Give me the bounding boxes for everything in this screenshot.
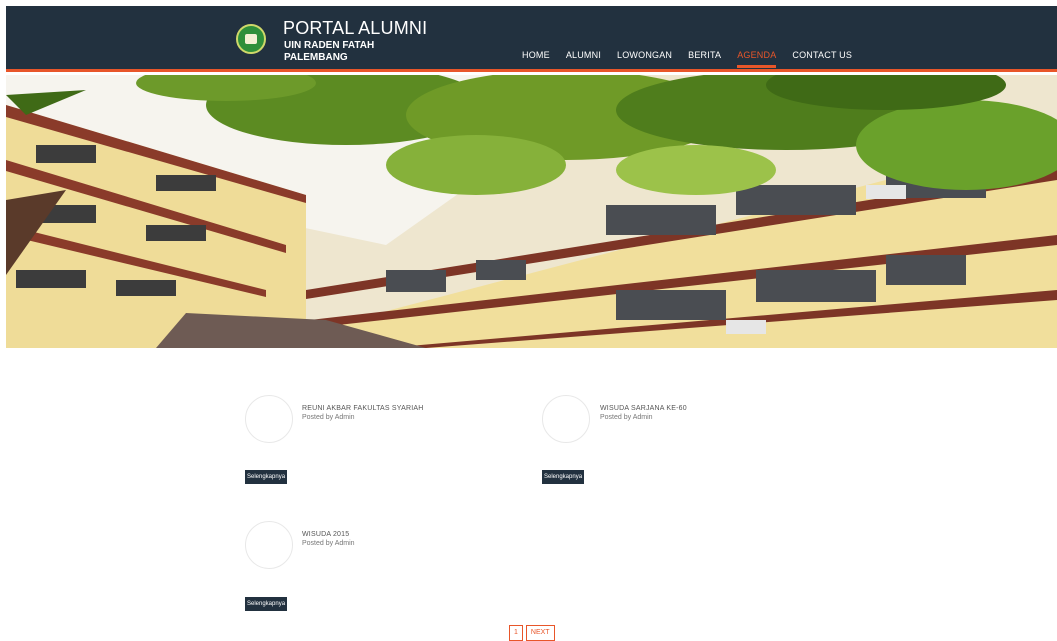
site-header: PORTAL ALUMNI UIN RADEN FATAH PALEMBANG … xyxy=(6,6,1057,72)
site-subtitle-line1: UIN RADEN FATAH xyxy=(284,40,375,51)
post-thumbnail[interactable] xyxy=(245,395,293,443)
campus-building-photo xyxy=(6,75,1057,348)
nav-lowongan[interactable]: LOWONGAN xyxy=(609,48,680,68)
post-thumbnail[interactable] xyxy=(245,521,293,569)
post-title[interactable]: REUNI AKBAR FAKULTAS SYARIAH xyxy=(302,405,424,412)
post-byline: Posted by Admin xyxy=(600,414,653,421)
site-title[interactable]: PORTAL ALUMNI xyxy=(283,18,427,39)
read-more-button[interactable]: Selengkapnya xyxy=(245,597,288,611)
site-subtitle-line2: PALEMBANG xyxy=(284,52,348,63)
nav-contact-us[interactable]: CONTACT US xyxy=(784,48,860,68)
pagination: 1 NEXT xyxy=(509,625,555,641)
next-page-button[interactable]: NEXT xyxy=(525,625,555,641)
read-more-button[interactable]: Selengkapnya xyxy=(542,470,585,484)
read-more-button[interactable]: Selengkapnya xyxy=(245,470,288,484)
nav-alumni[interactable]: ALUMNI xyxy=(558,48,609,68)
hero-banner xyxy=(6,75,1057,348)
post-thumbnail[interactable] xyxy=(542,395,590,443)
nav-home[interactable]: HOME xyxy=(514,48,558,68)
site-subtitle: UIN RADEN FATAH PALEMBANG xyxy=(284,40,374,64)
university-emblem-icon[interactable] xyxy=(236,24,266,54)
post-title[interactable]: WISUDA 2015 xyxy=(302,531,349,538)
post-title[interactable]: WISUDA SARJANA KE-60 xyxy=(600,405,687,412)
page-1-button[interactable]: 1 xyxy=(509,625,523,641)
nav-berita[interactable]: BERITA xyxy=(680,48,729,68)
post-byline: Posted by Admin xyxy=(302,414,355,421)
main-nav: HOME ALUMNI LOWONGAN BERITA AGENDA CONTA… xyxy=(514,48,860,68)
post-byline: Posted by Admin xyxy=(302,540,355,547)
nav-agenda[interactable]: AGENDA xyxy=(729,48,784,68)
